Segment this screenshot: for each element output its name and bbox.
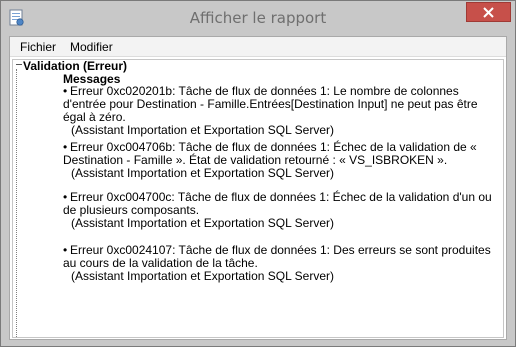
message-item: • Erreur 0xc004706b: Tâche de flux de don… bbox=[63, 141, 499, 180]
message-text: Erreur 0xc004700c: Tâche de flux de donn… bbox=[63, 190, 492, 217]
title-bar[interactable]: Afficher le rapport bbox=[1, 1, 515, 36]
window-title: Afficher le rapport bbox=[189, 9, 327, 27]
message-item: • Erreur 0xc004700c: Tâche de flux de don… bbox=[63, 191, 499, 230]
section-title: Validation (Erreur) bbox=[23, 59, 128, 73]
message-item: • Erreur 0xc020201b: Tâche de flux de don… bbox=[63, 85, 499, 137]
message-source: (Assistant Importation et Exportation SQ… bbox=[71, 269, 334, 283]
message-source: (Assistant Importation et Exportation SQ… bbox=[71, 123, 334, 137]
close-icon bbox=[483, 6, 494, 18]
report-tree[interactable]: Validation (Erreur) Messages • Erreur 0xc… bbox=[12, 59, 504, 338]
message-text: Erreur 0xc020201b: Tâche de flux de donn… bbox=[63, 84, 478, 124]
menu-bar: Fichier Modifier bbox=[10, 37, 506, 57]
menu-fichier[interactable]: Fichier bbox=[15, 37, 61, 57]
message-text: Erreur 0xc004706b: Tâche de flux de donn… bbox=[63, 140, 477, 167]
message-item: • Erreur 0xc0024107: Tâche de flux de don… bbox=[63, 244, 499, 283]
message-source: (Assistant Importation et Exportation SQ… bbox=[71, 216, 334, 230]
client-area: Fichier Modifier Validation (Erreur) Mes… bbox=[9, 36, 507, 340]
tree-connector-line bbox=[16, 69, 17, 337]
report-window: Afficher le rapport Fichier Modifier Val… bbox=[0, 0, 516, 347]
message-source: (Assistant Importation et Exportation SQ… bbox=[71, 166, 334, 180]
message-text: Erreur 0xc0024107: Tâche de flux de donn… bbox=[63, 243, 491, 270]
menu-modifier[interactable]: Modifier bbox=[65, 37, 118, 57]
collapse-icon[interactable] bbox=[16, 64, 22, 65]
close-button[interactable] bbox=[466, 2, 511, 22]
